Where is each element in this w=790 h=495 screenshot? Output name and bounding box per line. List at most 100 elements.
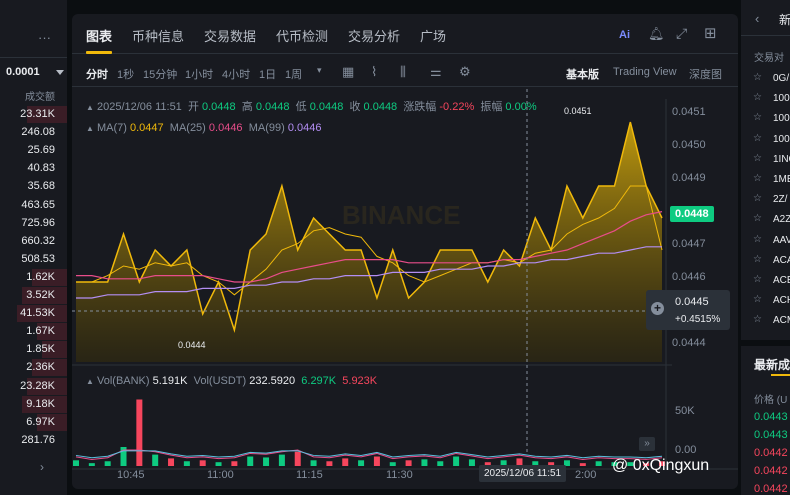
star-icon[interactable]: ☆ — [753, 274, 762, 285]
chevron-right-icon[interactable]: › — [40, 460, 44, 474]
turnover-value: 25.69 — [27, 144, 55, 157]
volume-bar — [405, 460, 412, 466]
time-tick: 2:00 — [575, 469, 597, 481]
volume-bar — [263, 457, 270, 466]
volume-bar — [168, 458, 175, 466]
volume-bar — [247, 456, 254, 466]
turnover-value: 35.68 — [27, 180, 55, 193]
star-icon[interactable]: ☆ — [753, 234, 762, 245]
order-book-panel: ··· 0.0001 成交额 23.31K 246.08 25.69 40.83 35.… — [0, 0, 67, 495]
turnover-value: 281.76 — [21, 433, 55, 446]
star-icon[interactable]: ☆ — [753, 193, 762, 204]
turnover-value: 23.28K — [20, 379, 55, 392]
pair-item[interactable]: ACE — [773, 275, 790, 286]
star-icon[interactable]: ☆ — [753, 314, 762, 325]
cursor-price-box: + 0.0445 +0.4515% — [646, 290, 730, 330]
volume-bar — [278, 454, 285, 466]
volume-bar — [136, 399, 143, 466]
turnover-value: 463.65 — [21, 198, 55, 211]
pair-item[interactable]: 100 — [773, 93, 790, 104]
volume-ma-line-2 — [75, 450, 663, 459]
pair-item[interactable]: AAV — [773, 235, 790, 246]
current-price-badge: 0.0448 — [670, 206, 714, 222]
pair-item[interactable]: 100 — [773, 113, 790, 124]
trade-price: 0.0443 — [754, 429, 788, 441]
pair-item[interactable]: 100 — [773, 134, 790, 145]
brand-watermark: @ 0xQingxun — [612, 457, 710, 474]
turnover-value: 23.31K — [20, 108, 55, 120]
tab-new[interactable]: 新 — [779, 11, 790, 28]
volume-bar — [595, 461, 602, 466]
star-icon[interactable]: ☆ — [753, 254, 762, 265]
volume-bar — [358, 460, 365, 466]
turnover-value: 2.36K — [26, 361, 55, 374]
volume-bar — [310, 460, 317, 466]
cursor-percent: +0.4515% — [675, 314, 721, 325]
price-header: 价格 (U — [754, 395, 788, 406]
star-icon[interactable]: ☆ — [753, 92, 762, 103]
pair-item[interactable]: ACM — [773, 315, 790, 326]
scroll-right-icon[interactable]: » — [639, 437, 655, 451]
latest-trades-title: 最新成 — [754, 358, 790, 372]
pair-item[interactable]: 0G/ — [773, 73, 789, 84]
turnover-value: 508.53 — [21, 252, 55, 265]
turnover-value: 41.53K — [20, 307, 55, 320]
price-tick: 0.0449 — [672, 172, 706, 184]
pair-item[interactable]: ACA — [773, 255, 790, 266]
cursor-time-label: 2025/12/06 11:51 — [479, 465, 567, 482]
pair-item[interactable]: 1ME — [773, 174, 790, 185]
price-tick: 0.0446 — [672, 271, 706, 283]
star-icon[interactable]: ☆ — [753, 294, 762, 305]
turnover-value: 246.08 — [21, 126, 55, 139]
volume-bar — [421, 459, 428, 466]
pairs-header: 交易对 — [754, 53, 784, 64]
volume-bar — [73, 460, 79, 466]
time-tick: 11:15 — [296, 469, 323, 481]
high-marker: 0.0451 — [564, 106, 592, 116]
volume-bar — [342, 458, 349, 466]
turnover-value: 725.96 — [21, 216, 55, 229]
price-tick: 0.0444 — [672, 337, 706, 349]
volume-bar — [326, 461, 333, 466]
price-chart[interactable]: BINANCE — [72, 14, 738, 489]
pair-item[interactable]: ACH — [773, 295, 790, 306]
volume-bar — [183, 461, 190, 466]
turnover-value: 1.62K — [26, 270, 55, 283]
time-tick: 10:45 — [117, 469, 145, 481]
turnover-value: 6.97K — [26, 415, 55, 428]
star-icon[interactable]: ☆ — [753, 213, 762, 224]
trade-price: 0.0442 — [754, 465, 788, 477]
turnover-value: 40.83 — [27, 162, 55, 175]
star-icon[interactable]: ☆ — [753, 173, 762, 184]
volume-bar — [437, 461, 444, 466]
volume-bar — [294, 451, 301, 466]
volume-bar — [88, 463, 95, 466]
pairs-panel: ‹ 新 交易对 0G/ ☆ 100 ☆ 100 ☆ 100 ☆ 1INC ☆ 1ME ☆ 2Z/ ☆ A2Z… — [741, 0, 790, 495]
volume-tick: 0.00 — [675, 444, 697, 456]
chevron-down-icon[interactable] — [56, 70, 64, 75]
pair-item[interactable]: A2Z — [773, 214, 790, 225]
price-tick: 0.0450 — [672, 139, 706, 151]
add-alert-icon[interactable]: + — [651, 302, 664, 315]
precision-select[interactable]: 0.0001 — [6, 66, 40, 78]
volume-bar — [199, 460, 206, 466]
watermark: BINANCE — [342, 200, 460, 230]
trade-price: 0.0442 — [754, 447, 788, 459]
star-icon[interactable]: ☆ — [753, 112, 762, 123]
low-marker: 0.0444 — [178, 340, 206, 350]
pair-item[interactable]: 1INC — [773, 154, 790, 165]
star-icon[interactable]: ☆ — [753, 72, 762, 83]
volume-bar — [453, 456, 460, 466]
star-icon[interactable]: ☆ — [753, 133, 762, 144]
more-icon[interactable]: ··· — [38, 30, 51, 45]
star-icon[interactable]: ☆ — [753, 153, 762, 164]
volume-bar — [152, 454, 159, 466]
pair-item[interactable]: 2Z/ — [773, 194, 787, 205]
section-underline — [771, 374, 790, 376]
volume-tick: 50K — [675, 405, 695, 417]
volume-bar — [104, 461, 111, 466]
back-icon[interactable]: ‹ — [755, 11, 759, 26]
time-tick: 11:00 — [207, 469, 234, 481]
turnover-value: 1.67K — [26, 325, 55, 338]
volume-ma-line — [75, 449, 663, 460]
